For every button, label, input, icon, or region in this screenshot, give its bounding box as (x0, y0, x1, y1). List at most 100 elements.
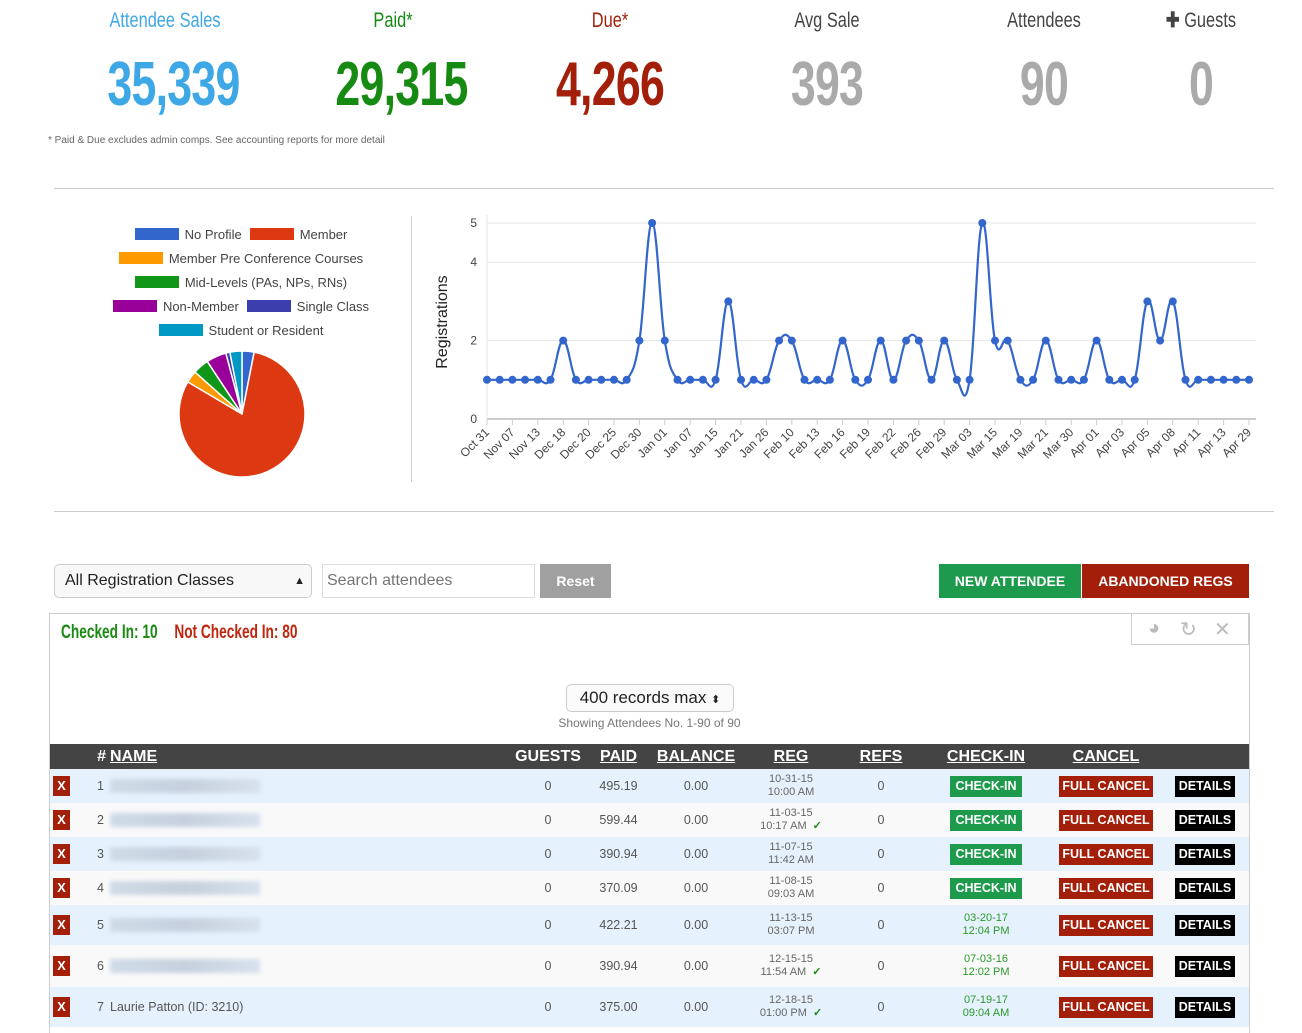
data-point[interactable] (1067, 375, 1076, 384)
full-cancel-button[interactable]: FULL CANCEL (1059, 809, 1153, 831)
class-select[interactable]: All Registration Classes ▲ (54, 564, 312, 598)
data-point[interactable] (762, 375, 771, 384)
data-point[interactable] (1219, 375, 1228, 384)
data-point[interactable] (1016, 375, 1025, 384)
abandoned-regs-button[interactable]: ABANDONED REGS (1082, 564, 1249, 598)
attendee-name-redacted[interactable] (110, 779, 260, 794)
data-point[interactable] (622, 375, 631, 384)
attendee-name-redacted[interactable] (110, 813, 260, 828)
delete-button[interactable]: X (53, 956, 70, 976)
full-cancel-button[interactable]: FULL CANCEL (1059, 955, 1153, 977)
pie-toggle-icon[interactable]: ◕ (1148, 617, 1160, 640)
data-point[interactable] (673, 375, 682, 384)
data-point[interactable] (521, 375, 530, 384)
data-point[interactable] (787, 336, 796, 345)
data-point[interactable] (927, 375, 936, 384)
data-point[interactable] (749, 375, 758, 384)
data-point[interactable] (876, 336, 885, 345)
data-point[interactable] (711, 375, 720, 384)
data-point[interactable] (660, 336, 669, 345)
data-point[interactable] (1054, 375, 1063, 384)
header-cancel[interactable]: CANCEL (1051, 744, 1161, 769)
delete-button[interactable]: X (53, 810, 70, 830)
full-cancel-button[interactable]: FULL CANCEL (1059, 877, 1153, 899)
data-point[interactable] (952, 375, 961, 384)
data-point[interactable] (508, 375, 517, 384)
data-point[interactable] (648, 219, 657, 227)
checkin-button[interactable]: CHECK-IN (950, 775, 1022, 797)
data-point[interactable] (533, 375, 542, 384)
data-point[interactable] (889, 375, 898, 384)
details-button[interactable]: DETAILS (1175, 775, 1235, 797)
attendee-name-redacted[interactable] (110, 881, 260, 896)
checkin-button[interactable]: CHECK-IN (950, 877, 1022, 899)
data-point[interactable] (1041, 336, 1050, 345)
data-point[interactable] (991, 336, 999, 345)
details-button[interactable]: DETAILS (1175, 914, 1235, 936)
full-cancel-button[interactable]: FULL CANCEL (1059, 775, 1153, 797)
refresh-icon[interactable]: ↻ (1180, 617, 1197, 642)
delete-button[interactable]: X (53, 997, 70, 1017)
data-point[interactable] (800, 375, 809, 384)
attendee-name-redacted[interactable] (110, 959, 260, 974)
new-attendee-button[interactable]: NEW ATTENDEE (939, 564, 1081, 598)
details-button[interactable]: DETAILS (1175, 996, 1235, 1018)
data-point[interactable] (775, 336, 784, 345)
data-point[interactable] (1079, 375, 1088, 384)
data-point[interactable] (610, 375, 618, 384)
data-point[interactable] (597, 375, 606, 384)
data-point[interactable] (838, 336, 847, 345)
data-point[interactable] (1232, 375, 1241, 384)
data-point[interactable] (686, 375, 695, 384)
header-refs[interactable]: REFS (841, 744, 921, 769)
reset-button[interactable]: Reset (540, 564, 611, 598)
data-point[interactable] (1168, 297, 1177, 306)
data-point[interactable] (825, 375, 834, 384)
details-button[interactable]: DETAILS (1175, 955, 1235, 977)
data-point[interactable] (571, 375, 580, 384)
data-point[interactable] (546, 375, 555, 384)
header-paid[interactable]: PAID (586, 744, 651, 769)
delete-button[interactable]: X (53, 776, 70, 796)
close-icon[interactable]: ✕ (1214, 617, 1231, 642)
header-reg[interactable]: REG (741, 744, 841, 769)
data-point[interactable] (483, 375, 491, 384)
details-button[interactable]: DETAILS (1175, 843, 1235, 865)
data-point[interactable] (851, 375, 860, 384)
data-point[interactable] (584, 375, 593, 384)
data-point[interactable] (1105, 375, 1114, 384)
delete-button[interactable]: X (53, 844, 70, 864)
data-point[interactable] (1143, 297, 1152, 306)
data-point[interactable] (635, 336, 644, 345)
data-point[interactable] (902, 336, 911, 345)
data-point[interactable] (1181, 375, 1190, 384)
data-point[interactable] (864, 375, 872, 384)
data-point[interactable] (737, 375, 745, 384)
search-input[interactable] (322, 564, 535, 598)
data-point[interactable] (698, 375, 707, 384)
header-balance[interactable]: BALANCE (651, 744, 741, 769)
data-point[interactable] (559, 336, 568, 345)
attendee-name[interactable]: Laurie Patton (ID: 3210) (110, 1000, 243, 1014)
data-point[interactable] (965, 375, 974, 384)
checkin-button[interactable]: CHECK-IN (950, 809, 1022, 831)
data-point[interactable] (1156, 336, 1165, 345)
full-cancel-button[interactable]: FULL CANCEL (1059, 843, 1153, 865)
data-point[interactable] (1118, 375, 1126, 384)
details-button[interactable]: DETAILS (1175, 877, 1235, 899)
data-point[interactable] (1092, 336, 1101, 345)
data-point[interactable] (1194, 375, 1203, 384)
checkin-button[interactable]: CHECK-IN (950, 843, 1022, 865)
header-checkin[interactable]: CHECK-IN (921, 744, 1051, 769)
data-point[interactable] (1029, 375, 1038, 384)
data-point[interactable] (1245, 375, 1253, 384)
header-name[interactable]: NAME (110, 744, 510, 769)
data-point[interactable] (724, 297, 733, 306)
records-select[interactable]: 400 records max ⬍ (566, 684, 734, 712)
delete-button[interactable]: X (53, 878, 70, 898)
full-cancel-button[interactable]: FULL CANCEL (1059, 996, 1153, 1018)
data-point[interactable] (1130, 375, 1139, 384)
data-point[interactable] (940, 336, 949, 345)
data-point[interactable] (978, 219, 987, 227)
full-cancel-button[interactable]: FULL CANCEL (1059, 914, 1153, 936)
